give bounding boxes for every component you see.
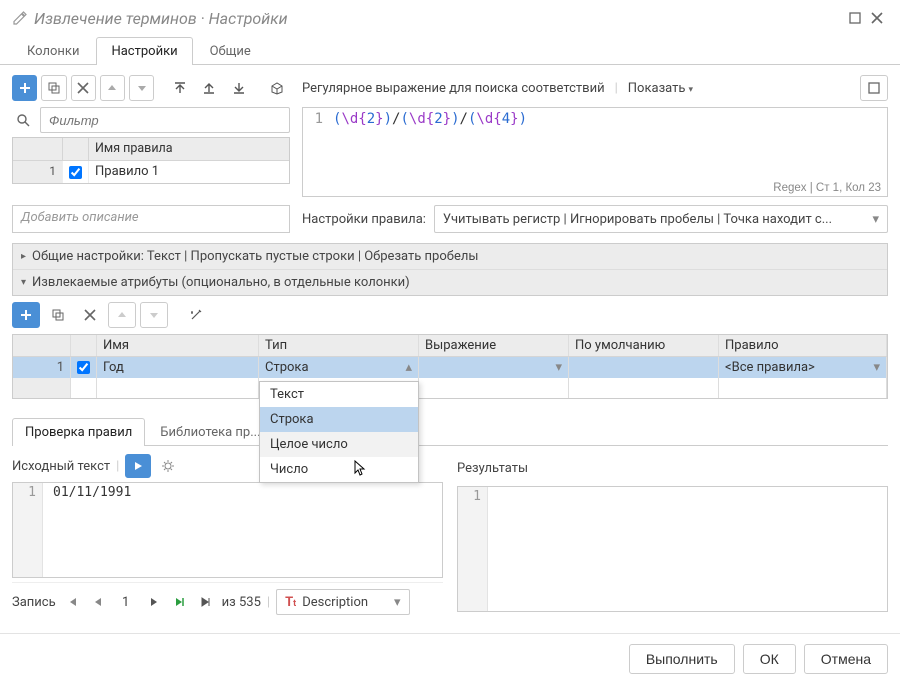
rule-props-dropdown[interactable]: Учитывать регистр | Игнорировать пробелы… [434, 205, 888, 233]
preview-tabs: Проверка правил Библиотека пр... [12, 409, 888, 446]
attr-toolbar [12, 296, 888, 334]
ok-button[interactable]: ОК [743, 644, 796, 674]
move-up-button[interactable] [100, 75, 125, 101]
filter-icon[interactable] [12, 109, 34, 131]
close-button[interactable] [866, 7, 888, 29]
window-title: Извлечение терминов · Настройки [28, 9, 844, 28]
source-editor[interactable]: 1 01/11/1991 [12, 482, 443, 578]
chevron-down-icon: ▾ [21, 277, 26, 288]
copy-rule-button[interactable] [41, 75, 66, 101]
accordion-general[interactable]: ▸ Общие настройки: Текст | Пропускать пу… [13, 244, 887, 270]
tab-settings[interactable]: Настройки [96, 37, 192, 65]
add-rule-button[interactable] [12, 75, 37, 101]
export-button[interactable] [197, 75, 222, 101]
rule-props-label: Настройки правила: [302, 212, 426, 227]
package-button[interactable] [265, 75, 290, 101]
tab-library[interactable]: Библиотека пр... [147, 418, 273, 446]
attr-up-button[interactable] [108, 302, 136, 328]
import-button[interactable] [168, 75, 193, 101]
attr-table: Имя Тип Выражение По умолчанию Правило 1… [12, 334, 888, 399]
type-option-string[interactable]: Строка [260, 407, 418, 432]
rule-row[interactable]: 1 Правило 1 [13, 161, 289, 183]
attr-expr-cell[interactable]: ▾ [419, 357, 569, 378]
nav-first-button[interactable] [62, 592, 82, 612]
record-navbar: Запись 1 из 535 | Tt Description ▾ [12, 582, 443, 621]
chevron-right-icon: ▸ [21, 251, 26, 262]
move-down-button[interactable] [129, 75, 154, 101]
add-attr-button[interactable] [12, 302, 40, 328]
run-preview-button[interactable] [125, 454, 151, 478]
filter-input[interactable] [40, 107, 290, 133]
tab-columns[interactable]: Колонки [12, 37, 94, 65]
type-dropdown[interactable]: Текст Строка Целое число Число [259, 381, 419, 483]
field-selector[interactable]: Tt Description ▾ [276, 589, 409, 615]
footer: Выполнить ОК Отмена [0, 633, 900, 674]
rules-header: Имя правила [89, 138, 289, 160]
pencil-icon [12, 10, 28, 26]
rules-table: Имя правила 1 Правило 1 [12, 137, 290, 184]
editor-maximize-button[interactable] [860, 75, 888, 101]
nav-next-button[interactable] [144, 592, 164, 612]
editor-status: Regex | Ст 1, Кол 23 [773, 182, 881, 194]
regex-toolbar: Регулярное выражение для поиска соответс… [302, 69, 888, 107]
wand-button[interactable] [182, 302, 210, 328]
show-dropdown[interactable]: Показать [628, 81, 693, 96]
description-input[interactable]: Добавить описание [12, 205, 290, 233]
tab-check-rules[interactable]: Проверка правил [12, 418, 145, 446]
attr-row[interactable]: 1 Год Строка▴ ▾ <Все правила>▾ [13, 357, 887, 378]
cancel-button[interactable]: Отмена [804, 644, 888, 674]
main-tabs: Колонки Настройки Общие [0, 36, 900, 65]
text-type-icon: Tt [285, 595, 296, 610]
titlebar: Извлечение терминов · Настройки [0, 0, 900, 36]
rule-checkbox[interactable] [69, 166, 82, 179]
regex-label: Регулярное выражение для поиска соответс… [302, 81, 605, 96]
preview-settings-button[interactable] [157, 455, 179, 477]
attr-down-button[interactable] [140, 302, 168, 328]
source-label: Исходный текст [12, 459, 110, 474]
nav-last-button[interactable] [196, 592, 216, 612]
run-button[interactable]: Выполнить [629, 644, 735, 674]
rules-toolbar [12, 69, 290, 107]
attr-checkbox[interactable] [77, 361, 90, 374]
nav-page[interactable]: 1 [114, 595, 138, 610]
type-option-number[interactable]: Число [260, 457, 418, 482]
delete-rule-button[interactable] [71, 75, 96, 101]
delete-attr-button[interactable] [76, 302, 104, 328]
download-button[interactable] [226, 75, 251, 101]
accordion-attrs[interactable]: ▾ Извлекаемые атрибуты (опционально, в о… [13, 270, 887, 295]
nav-next-match-button[interactable] [170, 592, 190, 612]
attr-rule-cell[interactable]: <Все правила>▾ [719, 357, 887, 378]
maximize-button[interactable] [844, 7, 866, 29]
regex-editor[interactable]: 1 (\d{2})/(\d{2})/(\d{4}) Regex | Ст 1, … [302, 107, 888, 197]
results-label: Результаты [457, 461, 528, 476]
results-editor[interactable]: 1 [457, 486, 888, 612]
type-option-text[interactable]: Текст [260, 382, 418, 407]
tab-general[interactable]: Общие [195, 37, 266, 65]
copy-attr-button[interactable] [44, 302, 72, 328]
nav-prev-button[interactable] [88, 592, 108, 612]
type-option-integer[interactable]: Целое число [260, 432, 418, 457]
attr-type-cell[interactable]: Строка▴ [259, 357, 419, 378]
attr-row-empty [13, 378, 887, 398]
